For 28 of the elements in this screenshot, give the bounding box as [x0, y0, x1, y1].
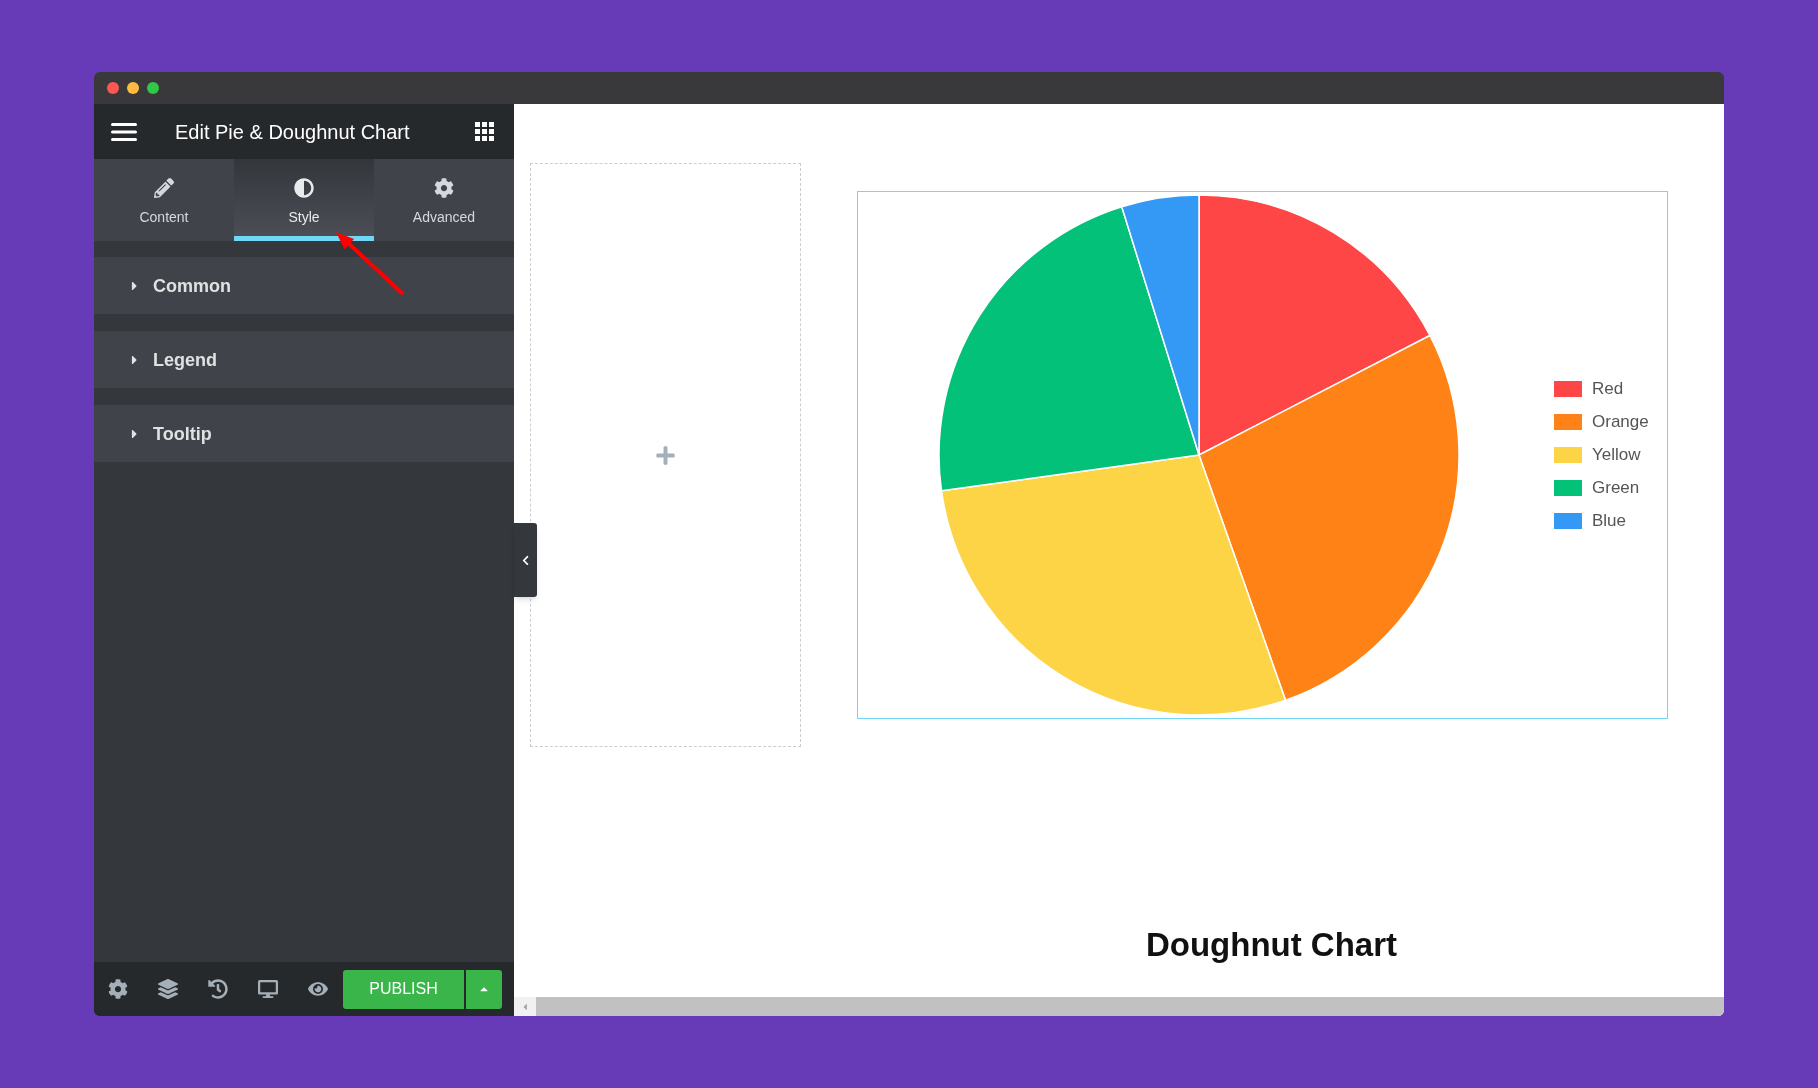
legend-label: Yellow: [1592, 445, 1641, 465]
publish-options-button[interactable]: [466, 969, 502, 1009]
panel-title: Edit Pie & Doughnut Chart: [175, 119, 410, 144]
pencil-icon: [154, 178, 174, 198]
accordion-section[interactable]: Common: [94, 257, 514, 314]
layers-icon[interactable]: [158, 979, 178, 999]
accordion-section[interactable]: Legend: [94, 331, 514, 388]
legend-label: Blue: [1592, 511, 1627, 531]
accordion-section[interactable]: Tooltip: [94, 405, 514, 462]
grid-icon[interactable]: [475, 122, 494, 141]
gear-icon: [434, 178, 454, 198]
window-maximize-icon[interactable]: [147, 82, 159, 94]
panel-tab[interactable]: Advanced: [374, 159, 514, 241]
legend-label: Green: [1592, 478, 1640, 498]
eye-icon[interactable]: [308, 979, 328, 999]
panel-tab[interactable]: Style: [234, 159, 374, 241]
chevron-left-icon: [521, 554, 530, 566]
panel-tab[interactable]: Content: [94, 159, 234, 241]
history-icon[interactable]: [208, 979, 228, 999]
legend-label: Orange: [1592, 412, 1649, 432]
legend-label: Red: [1592, 379, 1624, 399]
window-close-icon[interactable]: [107, 82, 119, 94]
scrollbar-thumb[interactable]: [536, 997, 1724, 1016]
menu-icon[interactable]: [111, 122, 137, 141]
chart-title: Doughnut Chart: [1145, 925, 1398, 965]
settings-icon[interactable]: [108, 979, 128, 999]
desktop-icon[interactable]: [258, 979, 278, 999]
window-minimize-icon[interactable]: [127, 82, 139, 94]
